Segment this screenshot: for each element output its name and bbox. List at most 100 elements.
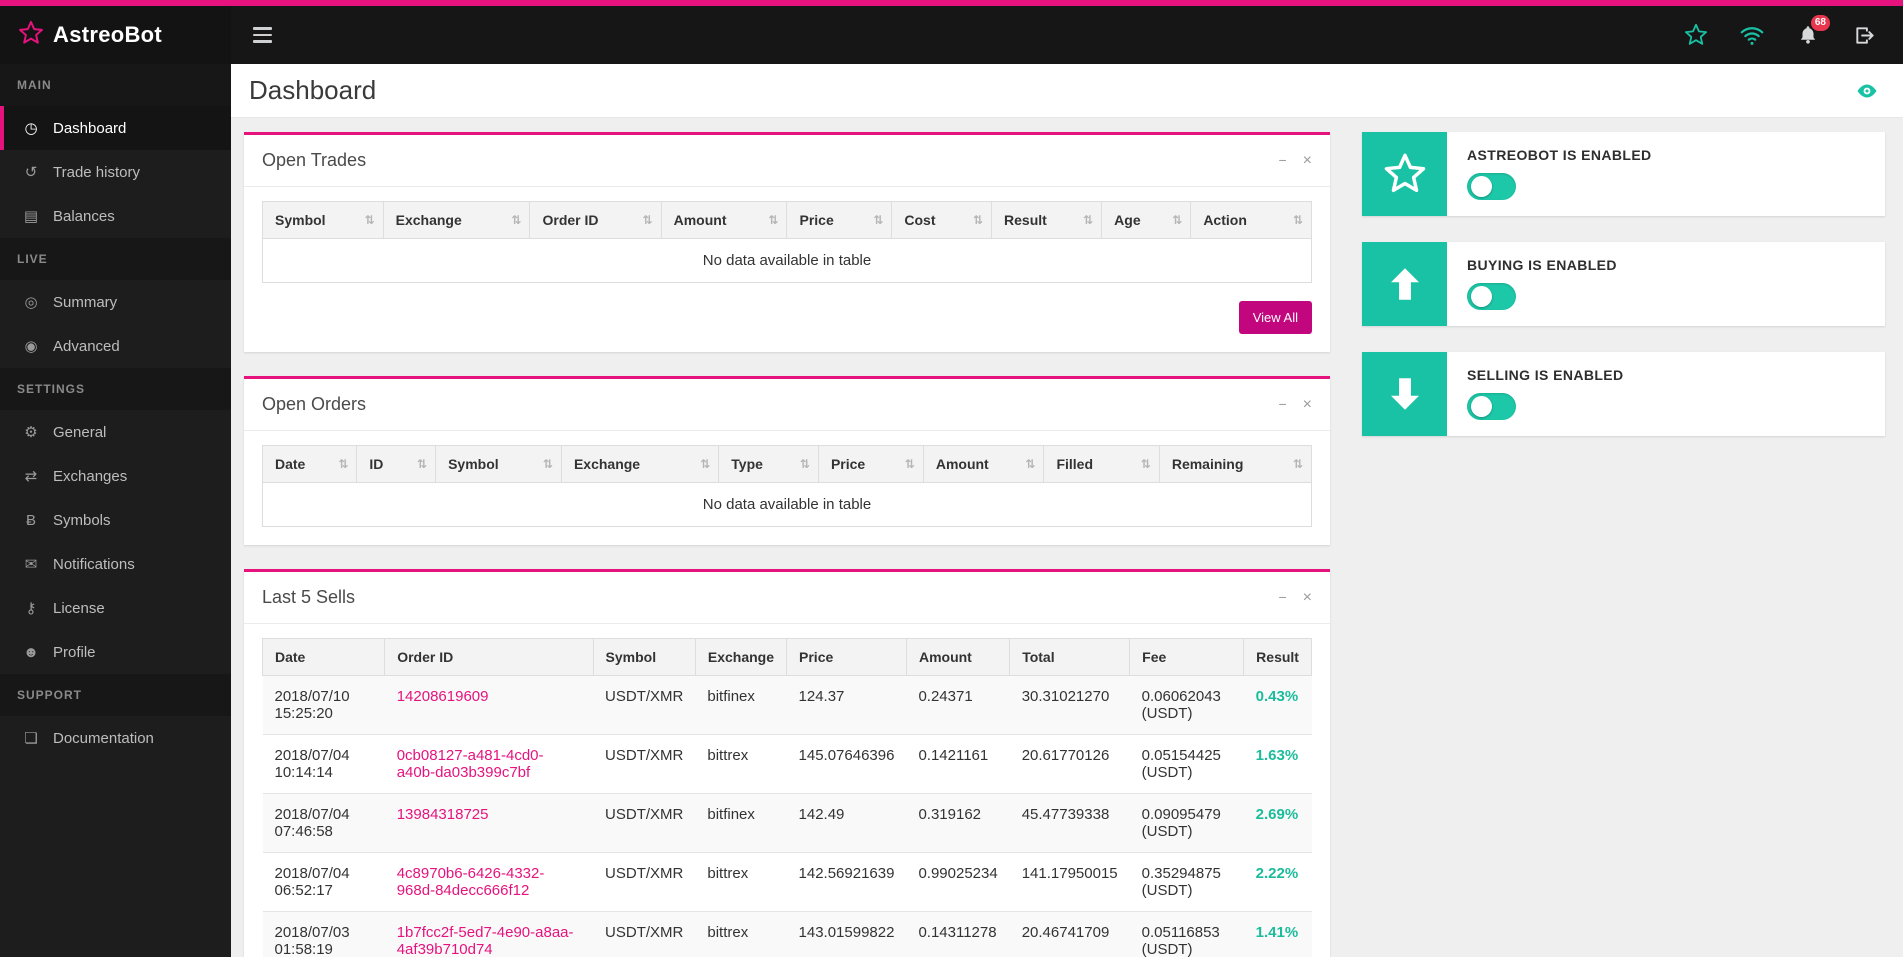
cell-total: 20.46741709 bbox=[1009, 911, 1130, 957]
history-icon: ↺ bbox=[24, 164, 38, 181]
cell-total: 20.61770126 bbox=[1009, 734, 1130, 794]
cell-price: 145.07646396 bbox=[786, 734, 907, 794]
column-header[interactable]: Exchange bbox=[382, 201, 531, 239]
cell-order-id: 0cb08127-a481-4cd0-a40b-da03b399c7bf bbox=[384, 734, 594, 794]
column-header[interactable]: Cost bbox=[891, 201, 993, 239]
brand[interactable]: AstreoBot bbox=[0, 6, 231, 64]
logout-icon[interactable] bbox=[1851, 22, 1877, 48]
connection-wifi-icon[interactable] bbox=[1739, 22, 1765, 48]
sidebar-item-label: Advanced bbox=[53, 337, 120, 355]
order-id-link[interactable]: 1b7fcc2f-5ed7-4e90-a8aa-4af39b710d74 bbox=[397, 924, 574, 957]
sidebar-item-license[interactable]: ⚷ License bbox=[0, 586, 231, 630]
arrow-down-icon bbox=[1362, 352, 1447, 436]
column-header[interactable]: Age bbox=[1101, 201, 1192, 239]
buying-enabled-toggle[interactable] bbox=[1467, 283, 1516, 310]
view-all-button[interactable]: View All bbox=[1238, 301, 1312, 334]
notifications-bell-icon[interactable]: 68 bbox=[1795, 15, 1830, 48]
cell-exchange: bittrex bbox=[695, 734, 787, 794]
cell-symbol: USDT/XMR bbox=[593, 793, 696, 853]
column-header[interactable]: Price bbox=[786, 201, 893, 239]
sidebar-item-dashboard[interactable]: ◷ Dashboard bbox=[0, 106, 231, 150]
cell-price: 142.49 bbox=[786, 793, 907, 853]
cell-fee: 0.05116853 (USDT) bbox=[1129, 911, 1244, 957]
close-icon[interactable] bbox=[1303, 153, 1312, 169]
minimize-icon[interactable] bbox=[1278, 590, 1286, 606]
sidebar-item-exchanges[interactable]: ⇄ Exchanges bbox=[0, 454, 231, 498]
sidebar-section-settings: SETTINGS bbox=[0, 368, 231, 410]
main-content: Dashboard Open Trades − × Symbol Exchang… bbox=[231, 64, 1903, 957]
hamburger-menu-icon[interactable] bbox=[231, 6, 294, 64]
sidebar-item-notifications[interactable]: ✉ Notifications bbox=[0, 542, 231, 586]
last-5-sells-panel: Last 5 Sells − × Date Order ID Symbol Ex… bbox=[244, 569, 1330, 957]
column-header[interactable]: Symbol bbox=[262, 201, 384, 239]
sidebar-item-label: Dashboard bbox=[53, 119, 127, 137]
cell-date: 2018/07/04 10:14:14 bbox=[262, 734, 385, 794]
dot-circle-icon: ◉ bbox=[24, 338, 38, 355]
order-id-link[interactable]: 4c8970b6-6426-4332-968d-84decc666f12 bbox=[397, 865, 545, 899]
close-icon[interactable] bbox=[1303, 590, 1312, 606]
minimize-icon[interactable] bbox=[1278, 153, 1286, 169]
sidebar-item-documentation[interactable]: ❏ Documentation bbox=[0, 716, 231, 760]
column-header[interactable]: Symbol bbox=[435, 445, 562, 483]
sidebar-item-advanced[interactable]: ◉ Advanced bbox=[0, 324, 231, 368]
astreobot-enabled-toggle[interactable] bbox=[1467, 173, 1516, 200]
selling-enabled-toggle[interactable] bbox=[1467, 393, 1516, 420]
cell-result: 1.41% bbox=[1243, 911, 1312, 957]
column-header: Symbol bbox=[592, 638, 696, 676]
cell-amount: 0.319162 bbox=[906, 793, 1010, 853]
sidebar-item-trade-history[interactable]: ↺ Trade history bbox=[0, 150, 231, 194]
sidebar-item-general[interactable]: ⚙ General bbox=[0, 410, 231, 454]
column-header[interactable]: Amount bbox=[922, 445, 1045, 483]
cell-date: 2018/07/04 06:52:17 bbox=[262, 852, 385, 912]
sidebar-item-label: Trade history bbox=[53, 163, 140, 181]
column-header[interactable]: Amount bbox=[660, 201, 788, 239]
sidebar-item-balances[interactable]: ▤ Balances bbox=[0, 194, 231, 238]
column-header: Amount bbox=[905, 638, 1011, 676]
order-id-link[interactable]: 0cb08127-a481-4cd0-a40b-da03b399c7bf bbox=[397, 747, 544, 781]
cell-fee: 0.06062043 (USDT) bbox=[1129, 675, 1244, 735]
column-header[interactable]: Filled bbox=[1043, 445, 1160, 483]
column-header[interactable]: Price bbox=[817, 445, 924, 483]
cell-result: 0.43% bbox=[1243, 675, 1312, 735]
wrench-icon: ⚙ bbox=[24, 424, 38, 441]
bot-status-star-icon[interactable] bbox=[1683, 22, 1709, 48]
empty-row: No data available in table bbox=[262, 238, 1312, 283]
close-icon[interactable] bbox=[1303, 397, 1312, 413]
open-orders-panel: Open Orders − × Date ID Symbol Exchange … bbox=[244, 376, 1330, 545]
brand-name: AstreoBot bbox=[53, 22, 163, 47]
content-body: Open Trades − × Symbol Exchange Order ID… bbox=[231, 118, 1903, 957]
column-header[interactable]: Order ID bbox=[529, 201, 662, 239]
sidebar-item-summary[interactable]: ◎ Summary bbox=[0, 280, 231, 324]
sidebar-item-label: Exchanges bbox=[53, 467, 128, 485]
column-header: Fee bbox=[1129, 638, 1245, 676]
user-icon: ☻ bbox=[23, 643, 39, 661]
cell-fee: 0.05154425 (USDT) bbox=[1129, 734, 1244, 794]
open-trades-panel: Open Trades − × Symbol Exchange Order ID… bbox=[244, 132, 1330, 352]
table-row: 2018/07/04 07:46:58 13984318725 USDT/XMR… bbox=[262, 793, 1312, 853]
column-header[interactable]: Result bbox=[991, 201, 1103, 239]
exchange-arrows-icon: ⇄ bbox=[24, 468, 38, 485]
sidebar-item-symbols[interactable]: Ƀ Symbols bbox=[0, 498, 231, 542]
column-header[interactable]: Action bbox=[1190, 201, 1312, 239]
column-header[interactable]: Exchange bbox=[560, 445, 720, 483]
column-header: Exchange bbox=[694, 638, 788, 676]
cell-order-id: 1b7fcc2f-5ed7-4e90-a8aa-4af39b710d74 bbox=[384, 911, 594, 957]
cell-exchange: bitfinex bbox=[695, 793, 787, 853]
column-header[interactable]: Type bbox=[718, 445, 819, 483]
column-header[interactable]: ID bbox=[356, 445, 437, 483]
column-header[interactable]: Date bbox=[261, 445, 358, 483]
eye-icon[interactable] bbox=[1855, 79, 1879, 103]
summary-circle-icon: ◎ bbox=[24, 294, 38, 311]
toggle-knob bbox=[1471, 286, 1492, 307]
minimize-icon[interactable] bbox=[1278, 397, 1286, 413]
panel-title: Open Orders bbox=[262, 394, 367, 414]
widget-label: BUYING IS ENABLED bbox=[1467, 257, 1617, 273]
column-header[interactable]: Remaining bbox=[1158, 445, 1313, 483]
notification-badge: 68 bbox=[1810, 15, 1830, 31]
balances-icon: ▤ bbox=[23, 208, 39, 225]
order-id-link[interactable]: 14208619609 bbox=[397, 688, 489, 705]
cell-date: 2018/07/03 01:58:19 bbox=[262, 911, 385, 957]
left-column: Open Trades − × Symbol Exchange Order ID… bbox=[244, 132, 1330, 957]
sidebar-item-profile[interactable]: ☻ Profile bbox=[0, 630, 231, 674]
order-id-link[interactable]: 13984318725 bbox=[397, 806, 489, 823]
